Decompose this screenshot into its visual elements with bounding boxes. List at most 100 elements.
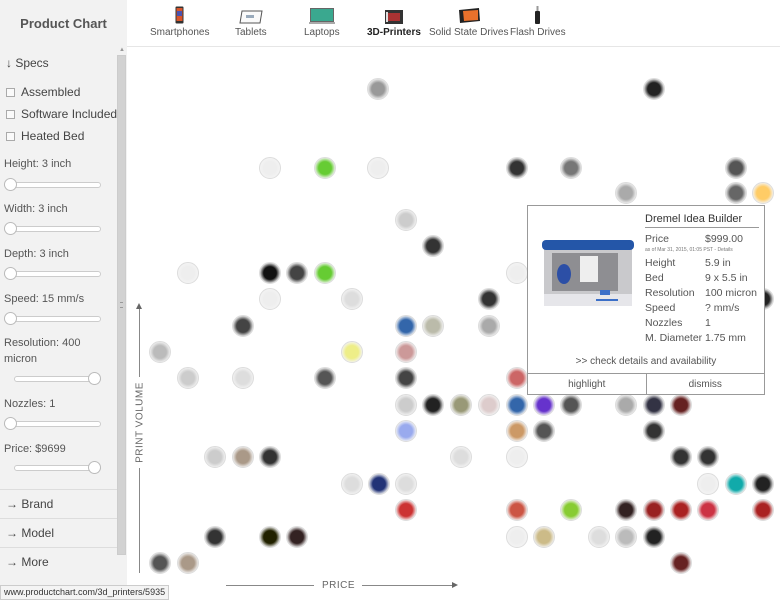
resolution-slider[interactable]	[4, 372, 101, 386]
product-thumbnail[interactable]	[560, 157, 582, 179]
tab-tablets[interactable]: Tablets	[235, 4, 267, 38]
model-section-toggle[interactable]: → Model	[0, 518, 117, 547]
product-thumbnail[interactable]	[314, 262, 336, 284]
product-thumbnail[interactable]	[177, 262, 199, 284]
product-thumbnail[interactable]	[232, 315, 254, 337]
product-thumbnail[interactable]	[560, 499, 582, 521]
slider-track[interactable]	[4, 316, 101, 322]
product-thumbnail[interactable]	[395, 209, 417, 231]
speed-slider[interactable]	[4, 312, 101, 326]
product-thumbnail[interactable]	[259, 446, 281, 468]
product-thumbnail[interactable]	[643, 499, 665, 521]
product-thumbnail[interactable]	[615, 394, 637, 416]
product-thumbnail[interactable]	[422, 394, 444, 416]
product-thumbnail[interactable]	[670, 552, 692, 574]
product-thumbnail[interactable]	[670, 446, 692, 468]
product-thumbnail[interactable]	[232, 446, 254, 468]
checkbox-box[interactable]	[6, 109, 15, 119]
nozzles-slider[interactable]	[4, 417, 101, 431]
product-thumbnail[interactable]	[149, 552, 171, 574]
tab-laptops[interactable]: Laptops	[304, 4, 340, 38]
product-image[interactable]	[538, 234, 638, 316]
tab-flash-drives[interactable]: Flash Drives	[510, 4, 566, 38]
product-thumbnail[interactable]	[177, 367, 199, 389]
product-thumbnail[interactable]	[506, 420, 528, 442]
product-thumbnail[interactable]	[615, 182, 637, 204]
scroll-up-arrow-icon[interactable]: ▲	[119, 47, 125, 53]
slider-track[interactable]	[4, 271, 101, 277]
product-thumbnail[interactable]	[395, 315, 417, 337]
product-thumbnail[interactable]	[422, 315, 444, 337]
slider-track[interactable]	[4, 421, 101, 427]
product-thumbnail[interactable]	[506, 157, 528, 179]
product-thumbnail[interactable]	[341, 288, 363, 310]
product-thumbnail[interactable]	[533, 420, 555, 442]
checkbox-heated-bed[interactable]: Heated Bed	[6, 129, 84, 143]
brand-section-toggle[interactable]: → Brand	[0, 489, 117, 518]
product-thumbnail[interactable]	[259, 157, 281, 179]
product-thumbnail[interactable]	[506, 367, 528, 389]
product-thumbnail[interactable]	[395, 341, 417, 363]
height-slider[interactable]	[4, 178, 101, 192]
product-thumbnail[interactable]	[286, 526, 308, 548]
check-details-link[interactable]: >> check details and availability	[528, 356, 764, 367]
product-thumbnail[interactable]	[204, 446, 226, 468]
product-thumbnail[interactable]	[588, 526, 610, 548]
slider-handle[interactable]	[88, 461, 101, 474]
product-thumbnail[interactable]	[259, 262, 281, 284]
slider-handle[interactable]	[4, 222, 17, 235]
product-thumbnail[interactable]	[232, 367, 254, 389]
app-logo[interactable]: Product Chart	[0, 0, 127, 47]
checkbox-software-included[interactable]: Software Included	[6, 107, 117, 121]
slider-track[interactable]	[4, 226, 101, 232]
product-thumbnail[interactable]	[478, 288, 500, 310]
slider-handle[interactable]	[4, 417, 17, 430]
width-slider[interactable]	[4, 222, 101, 236]
product-thumbnail[interactable]	[697, 446, 719, 468]
product-thumbnail[interactable]	[615, 526, 637, 548]
dismiss-button[interactable]: dismiss	[645, 374, 765, 395]
slider-track[interactable]	[4, 182, 101, 188]
tab-solid-state-drives[interactable]: Solid State Drives	[429, 4, 508, 38]
product-thumbnail[interactable]	[752, 182, 774, 204]
tab-3d-printers[interactable]: 3D-Printers	[367, 4, 421, 38]
product-thumbnail[interactable]	[670, 499, 692, 521]
slider-handle[interactable]	[4, 312, 17, 325]
product-thumbnail[interactable]	[697, 499, 719, 521]
product-thumbnail[interactable]	[533, 526, 555, 548]
product-thumbnail[interactable]	[450, 446, 472, 468]
depth-slider[interactable]	[4, 267, 101, 281]
product-thumbnail[interactable]	[478, 315, 500, 337]
product-thumbnail[interactable]	[478, 394, 500, 416]
product-thumbnail[interactable]	[725, 157, 747, 179]
product-thumbnail[interactable]	[615, 499, 637, 521]
scrollbar-thumb[interactable]	[118, 56, 125, 554]
product-thumbnail[interactable]	[395, 420, 417, 442]
product-thumbnail[interactable]	[752, 473, 774, 495]
product-thumbnail[interactable]	[204, 526, 226, 548]
product-thumbnail[interactable]	[368, 473, 390, 495]
product-thumbnail[interactable]	[643, 394, 665, 416]
product-thumbnail[interactable]	[450, 394, 472, 416]
specs-section-toggle[interactable]: ↓ Specs	[6, 56, 49, 70]
product-thumbnail[interactable]	[643, 526, 665, 548]
product-thumbnail[interactable]	[422, 235, 444, 257]
product-thumbnail[interactable]	[506, 446, 528, 468]
product-thumbnail[interactable]	[697, 473, 719, 495]
slider-handle[interactable]	[4, 267, 17, 280]
product-thumbnail[interactable]	[314, 157, 336, 179]
checkbox-box[interactable]	[6, 131, 15, 141]
product-thumbnail[interactable]	[395, 499, 417, 521]
product-thumbnail[interactable]	[367, 157, 389, 179]
product-thumbnail[interactable]	[506, 262, 528, 284]
checkbox-box[interactable]	[6, 87, 15, 97]
tab-smartphones[interactable]: Smartphones	[150, 4, 209, 38]
product-thumbnail[interactable]	[506, 499, 528, 521]
product-thumbnail[interactable]	[643, 420, 665, 442]
slider-handle[interactable]	[88, 372, 101, 385]
product-thumbnail[interactable]	[341, 341, 363, 363]
product-thumbnail[interactable]	[533, 394, 555, 416]
more-section-toggle[interactable]: → More	[0, 547, 117, 576]
product-thumbnail[interactable]	[395, 367, 417, 389]
product-thumbnail[interactable]	[560, 394, 582, 416]
